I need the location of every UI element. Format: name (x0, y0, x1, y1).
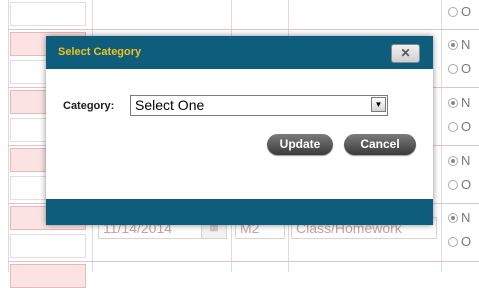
dialog-footer (46, 199, 433, 225)
dialog-title: Select Category (58, 46, 142, 58)
modal-overlay: Select Category ✕ Category: Select One ▼… (0, 0, 479, 272)
category-select[interactable]: Select One ▼ (130, 95, 388, 116)
dialog-header: Select Category ✕ (46, 36, 433, 69)
close-x-icon: ✕ (400, 46, 411, 60)
dropdown-arrow-icon[interactable]: ▼ (371, 97, 386, 112)
update-button[interactable]: Update (267, 134, 333, 155)
select-category-dialog: Select Category ✕ Category: Select One ▼… (46, 36, 433, 225)
category-select-value: Select One (135, 97, 205, 113)
cancel-button[interactable]: Cancel (344, 134, 416, 155)
close-button[interactable]: ✕ (391, 44, 420, 63)
category-label: Category: (63, 100, 115, 112)
